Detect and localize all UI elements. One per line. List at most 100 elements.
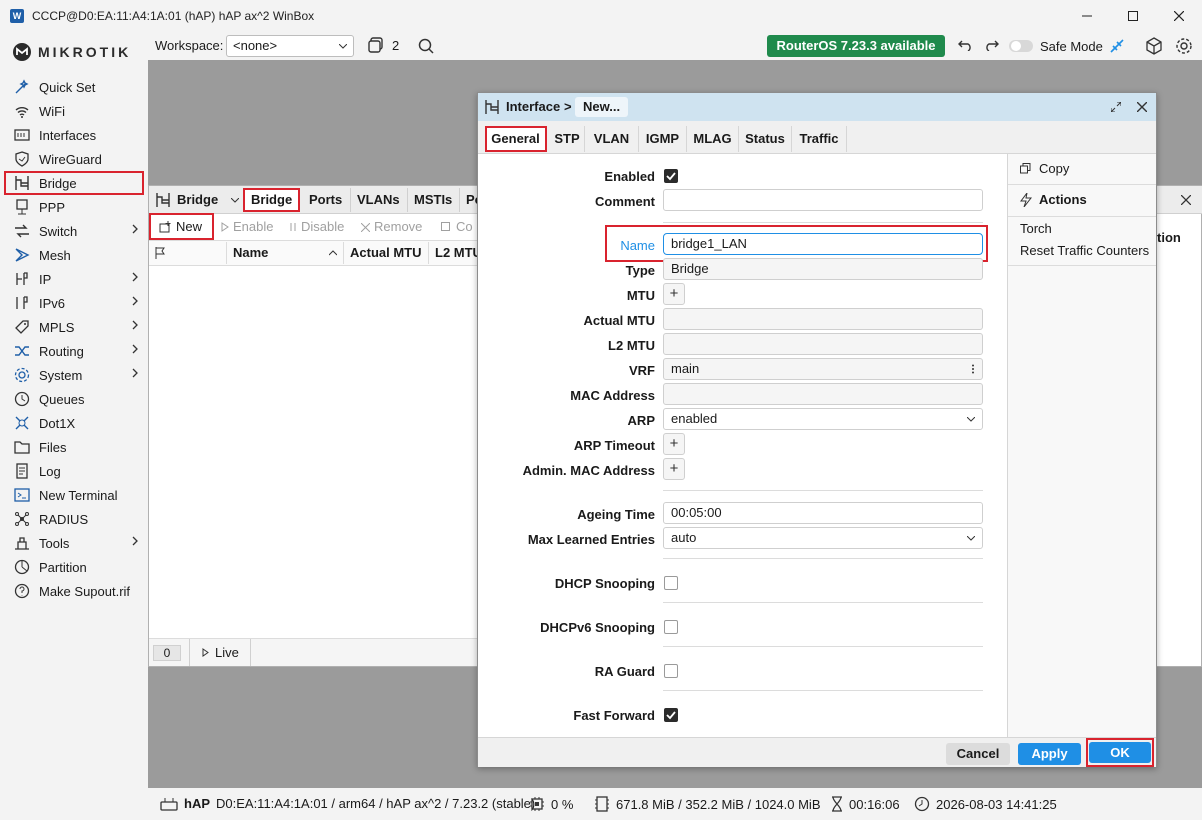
column-name[interactable]: Name (227, 242, 344, 264)
sidebar-item-routing[interactable]: Routing (4, 339, 144, 363)
sidebar-item-ppp[interactable]: PPP (4, 195, 144, 219)
tab-mstis[interactable]: MSTIs (407, 188, 458, 212)
hourglass-icon (832, 796, 842, 812)
sidebar-item-log[interactable]: Log (4, 459, 144, 483)
datetime: 2026-08-03 14:41:25 (936, 796, 1057, 812)
connection-button[interactable] (1108, 37, 1126, 55)
tab-traffic[interactable]: Traffic (792, 126, 847, 152)
breadcrumb-separator: > (564, 99, 572, 114)
column-flag[interactable] (149, 242, 227, 264)
package-button[interactable] (1145, 37, 1163, 55)
sidebar-item-radius[interactable]: RADIUS (4, 507, 144, 531)
arp-timeout-add-button[interactable]: + (663, 433, 685, 455)
vrf-value: main (671, 361, 700, 376)
column-actual-mtu[interactable]: Actual MTU (344, 242, 429, 264)
close-icon[interactable] (1137, 102, 1147, 112)
dhcp-snooping-checkbox[interactable] (664, 576, 678, 590)
apply-button[interactable]: Apply (1018, 743, 1081, 765)
dhcp-snooping-label: DHCP Snooping (554, 576, 655, 591)
max-learned-select[interactable]: auto (663, 527, 983, 549)
sidebar: MIKROTIK Quick Set WiFi Interfaces WireGuar… (0, 32, 148, 820)
sidebar-item-system[interactable]: System (4, 363, 144, 387)
sidebar-item-wifi[interactable]: WiFi (4, 99, 144, 123)
mtu-add-button[interactable]: + (663, 283, 685, 305)
tab-igmp[interactable]: IGMP (639, 126, 687, 152)
sidebar-item-ipv6[interactable]: IPv6 (4, 291, 144, 315)
sidebar-item-label: PPP (39, 199, 66, 215)
type-field: Bridge (663, 258, 983, 280)
enable-button[interactable]: Enable (221, 216, 273, 238)
admin-mac-add-button[interactable]: + (663, 458, 685, 480)
sidebar-item-interfaces[interactable]: Interfaces (4, 123, 144, 147)
redo-button[interactable] (984, 39, 999, 51)
copy-button[interactable]: Co (441, 216, 473, 238)
tab-general[interactable]: General (485, 126, 547, 152)
sidebar-item-files[interactable]: Files (4, 435, 144, 459)
sidebar-item-switch[interactable]: Switch (4, 219, 144, 243)
minimize-button[interactable] (1064, 0, 1110, 32)
tab-vlan[interactable]: VLAN (585, 126, 639, 152)
sidebar-item-mesh[interactable]: Mesh (4, 243, 144, 267)
ra-guard-checkbox[interactable] (664, 664, 678, 678)
sidebar-item-partition[interactable]: Partition (4, 555, 144, 579)
tab-vlans[interactable]: VLANs (350, 188, 406, 212)
disable-button[interactable]: Disable (289, 216, 344, 238)
tab-bridge[interactable]: Bridge (243, 188, 301, 212)
search-button[interactable] (418, 38, 434, 54)
tab-mlag[interactable]: MLAG (687, 126, 739, 152)
tab-stp[interactable]: STP (550, 126, 585, 152)
sidebar-item-bridge[interactable]: Bridge (4, 171, 144, 195)
new-button[interactable]: New (149, 213, 214, 240)
workspace-label: Workspace: (155, 38, 224, 53)
sidebar-item-new-terminal[interactable]: New Terminal (4, 483, 144, 507)
add-item-icon (159, 220, 171, 232)
windows-counter[interactable]: 2 (368, 37, 399, 53)
sidebar-item-quick-set[interactable]: Quick Set (4, 75, 144, 99)
tab-ports[interactable]: Ports (303, 188, 348, 212)
tab-status[interactable]: Status (739, 126, 792, 152)
sidebar-item-wireguard[interactable]: WireGuard (4, 147, 144, 171)
cancel-button[interactable]: Cancel (946, 743, 1010, 765)
settings-button[interactable] (1175, 37, 1193, 55)
vrf-select[interactable]: main (663, 358, 983, 380)
copy-action[interactable]: Copy (1020, 161, 1069, 176)
reset-traffic-counters-action[interactable]: Reset Traffic Counters (1020, 243, 1149, 258)
undo-button[interactable] (958, 39, 973, 51)
sidebar-item-ip[interactable]: IP (4, 267, 144, 291)
ageing-time-input[interactable]: 00:05:00 (663, 502, 983, 524)
arp-select[interactable]: enabled (663, 408, 983, 430)
sidebar-item-queues[interactable]: Queues (4, 387, 144, 411)
maximize-button[interactable] (1110, 0, 1156, 32)
safe-mode-label: Safe Mode (1040, 38, 1103, 54)
fast-forward-checkbox[interactable] (664, 708, 678, 722)
breadcrumb-interface[interactable]: Interface (506, 97, 560, 117)
torch-action[interactable]: Torch (1020, 221, 1052, 236)
bridge-window-title: Bridge (177, 192, 219, 207)
ok-button[interactable]: OK (1089, 742, 1151, 763)
live-button[interactable]: Live (189, 639, 251, 666)
update-available-badge[interactable]: RouterOS 7.23.3 available (767, 35, 945, 57)
close-icon[interactable] (1181, 195, 1191, 205)
sort-up-icon (329, 250, 337, 256)
enabled-checkbox[interactable] (664, 169, 678, 183)
safe-mode-toggle[interactable]: Safe Mode (1008, 38, 1103, 54)
sidebar-item-mpls[interactable]: MPLS (4, 315, 144, 339)
dhcpv6-snooping-checkbox[interactable] (664, 620, 678, 634)
sidebar-item-dot1x[interactable]: Dot1X (4, 411, 144, 435)
remove-button[interactable]: Remove (361, 216, 422, 238)
chevron-down-icon[interactable] (231, 198, 239, 204)
close-window-button[interactable] (1156, 0, 1202, 32)
comment-input[interactable] (663, 189, 983, 211)
chevron-down-icon (967, 417, 975, 422)
new-interface-dialog: Interface > New... General STP VLAN IGMP… (477, 92, 1157, 767)
workspace-select[interactable]: <none> (226, 35, 354, 57)
expand-icon[interactable] (1111, 102, 1121, 112)
name-input[interactable]: bridge1_LAN (663, 233, 983, 255)
comment-label: Comment (595, 194, 655, 209)
device-name: hAP (184, 796, 210, 811)
sidebar-item-make-supout-rif[interactable]: Make Supout.rif (4, 579, 144, 603)
windows-icon (368, 37, 383, 53)
play-icon (202, 648, 209, 657)
sidebar-item-tools[interactable]: Tools (4, 531, 144, 555)
new-button-label: New (176, 218, 203, 234)
